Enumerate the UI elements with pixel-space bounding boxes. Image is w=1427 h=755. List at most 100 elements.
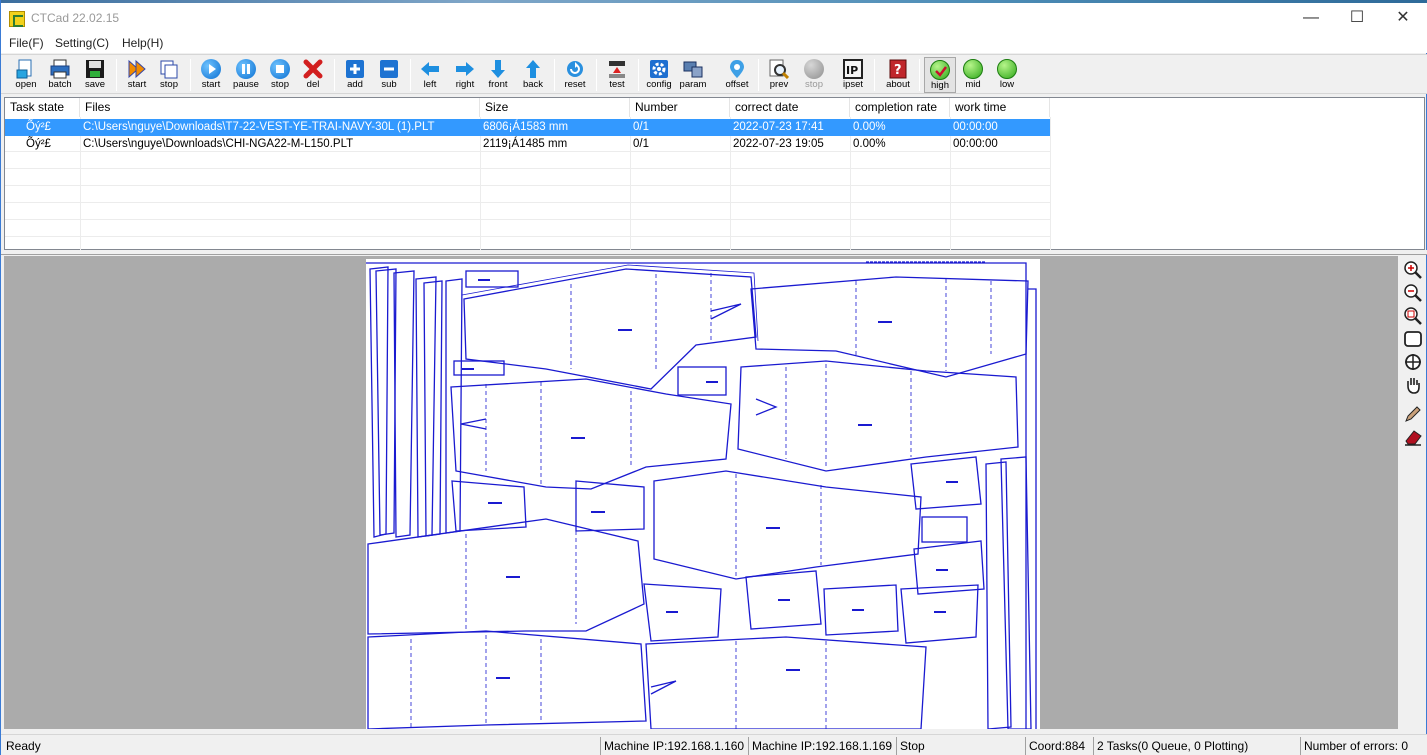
- status-state: Stop: [896, 737, 1024, 755]
- close-window-button[interactable]: ✕: [1380, 3, 1426, 33]
- status-ready: Ready: [6, 739, 41, 753]
- col-number[interactable]: Number: [630, 98, 730, 117]
- zoom-window-icon[interactable]: [1403, 306, 1423, 326]
- cell-size: 6806¡Á1583 mm: [483, 121, 569, 133]
- col-completion-rate[interactable]: completion rate: [850, 98, 950, 117]
- stop-preview-button[interactable]: stop: [798, 57, 830, 93]
- speed-mid-icon: [963, 59, 983, 79]
- minimize-button[interactable]: —: [1288, 3, 1334, 33]
- fit-view-icon[interactable]: [1403, 329, 1423, 349]
- speed-high-check-icon: [930, 60, 950, 80]
- location-pin-icon: [727, 59, 747, 79]
- speed-low-icon: [997, 59, 1017, 79]
- plotter-test-icon: [607, 59, 627, 79]
- fast-forward-icon: [127, 59, 147, 79]
- cell-rate: 0.00%: [853, 138, 886, 150]
- stop-batch-button[interactable]: stop: [153, 57, 185, 93]
- stop-gray-icon: [804, 59, 824, 79]
- help-question-icon: ?: [888, 59, 908, 79]
- test-button[interactable]: test: [601, 57, 633, 93]
- ip-icon: IP: [843, 59, 863, 79]
- plot-canvas[interactable]: [4, 256, 1398, 729]
- gear-icon: [649, 59, 669, 79]
- plus-icon: [345, 59, 365, 79]
- toolbar: open batch save start stop start pause s…: [1, 54, 1427, 94]
- stop-icon: [270, 59, 290, 79]
- arrow-down-icon: [488, 59, 508, 79]
- offset-button[interactable]: offset: [721, 57, 753, 93]
- col-task-state[interactable]: Task state: [5, 98, 80, 117]
- sub-button[interactable]: sub: [373, 57, 405, 93]
- reset-refresh-icon: [565, 59, 585, 79]
- printer-icon: [50, 59, 70, 79]
- col-size[interactable]: Size: [480, 98, 630, 117]
- plot-sheet[interactable]: [366, 259, 1040, 729]
- about-button[interactable]: ? about: [882, 57, 914, 93]
- cell-rate: 0.00%: [853, 121, 886, 133]
- status-machine-ip-1: Machine IP:192.168.1.160: [600, 737, 747, 755]
- open-file-icon: [16, 59, 36, 79]
- menu-file[interactable]: File(F): [9, 36, 44, 50]
- status-machine-ip-2: Machine IP:192.168.1.169: [748, 737, 895, 755]
- menu-bar: File(F) Setting(C) Help(H): [1, 33, 1427, 53]
- floppy-disk-icon: [85, 59, 105, 79]
- menu-setting[interactable]: Setting(C): [55, 36, 109, 50]
- minus-icon: [379, 59, 399, 79]
- cell-state: Õý²£: [26, 121, 51, 133]
- panel-splitter[interactable]: [1, 250, 1427, 255]
- cell-number: 0/1: [633, 121, 649, 133]
- cell-number: 0/1: [633, 138, 649, 150]
- window-title: CTCad 22.02.15: [31, 11, 120, 25]
- cell-time: 00:00:00: [953, 121, 998, 133]
- status-tasks: 2 Tasks(0 Queue, 0 Plotting): [1093, 737, 1299, 755]
- task-table: Task state Files Size Number correct dat…: [4, 97, 1425, 251]
- delete-x-icon: [303, 59, 323, 79]
- svg-text:IP: IP: [846, 64, 858, 77]
- preview-magnifier-icon: [769, 59, 790, 80]
- reset-button[interactable]: reset: [559, 57, 591, 93]
- view-tools: [1399, 256, 1426, 729]
- pause-icon: [236, 59, 256, 79]
- save-button[interactable]: save: [79, 57, 111, 93]
- status-bar: Ready Machine IP:192.168.1.160 Machine I…: [1, 734, 1427, 755]
- pan-hand-icon[interactable]: [1403, 375, 1423, 395]
- status-errors: Number of errors: 0: [1300, 737, 1426, 755]
- center-target-icon[interactable]: [1403, 352, 1423, 372]
- cell-date: 2022-07-23 17:41: [733, 121, 824, 133]
- main-window: CTCad 22.02.15 — ☐ ✕ File(F) Setting(C) …: [0, 0, 1427, 755]
- svg-text:?: ?: [894, 63, 902, 78]
- zoom-out-icon[interactable]: [1403, 283, 1423, 303]
- delete-button[interactable]: del: [297, 57, 329, 93]
- table-row[interactable]: Õý²£ C:\Users\nguye\Downloads\T7-22-VEST…: [5, 119, 1050, 136]
- table-header: Task state Files Size Number correct dat…: [5, 98, 1050, 117]
- computer-param-icon: [683, 59, 703, 79]
- status-coord: Coord:884: [1025, 737, 1092, 755]
- arrow-right-icon: [455, 59, 475, 79]
- stop-pages-icon: [159, 59, 179, 79]
- app-icon: [9, 11, 25, 27]
- arrow-left-icon: [420, 59, 440, 79]
- col-work-time[interactable]: work time: [950, 98, 1050, 117]
- param-button[interactable]: param: [677, 57, 709, 93]
- cell-state: Õý²£: [26, 138, 51, 150]
- pattern-layout-drawing: [366, 261, 1037, 729]
- cell-time: 00:00:00: [953, 138, 998, 150]
- cell-file: C:\Users\nguye\Downloads\T7-22-VEST-YE-T…: [83, 121, 435, 133]
- cell-size: 2119¡Á1485 mm: [483, 138, 568, 150]
- eraser-icon[interactable]: [1403, 427, 1423, 447]
- maximize-button[interactable]: ☐: [1334, 3, 1380, 33]
- cell-file: C:\Users\nguye\Downloads\CHI-NGA22-M-L15…: [83, 138, 354, 150]
- play-icon: [201, 59, 221, 79]
- zoom-in-icon[interactable]: [1403, 260, 1423, 280]
- title-bar[interactable]: CTCad 22.02.15 — ☐ ✕: [1, 3, 1427, 33]
- pencil-icon[interactable]: [1403, 404, 1423, 424]
- speed-low-button[interactable]: low: [991, 57, 1023, 93]
- cell-date: 2022-07-23 19:05: [733, 138, 824, 150]
- menu-help[interactable]: Help(H): [122, 36, 163, 50]
- arrow-up-icon: [523, 59, 543, 79]
- col-files[interactable]: Files: [80, 98, 480, 117]
- ipset-button[interactable]: IP ipset: [837, 57, 869, 93]
- table-row[interactable]: Õý²£ C:\Users\nguye\Downloads\CHI-NGA22-…: [5, 136, 1050, 153]
- col-correct-date[interactable]: correct date: [730, 98, 850, 117]
- move-back-button[interactable]: back: [517, 57, 549, 93]
